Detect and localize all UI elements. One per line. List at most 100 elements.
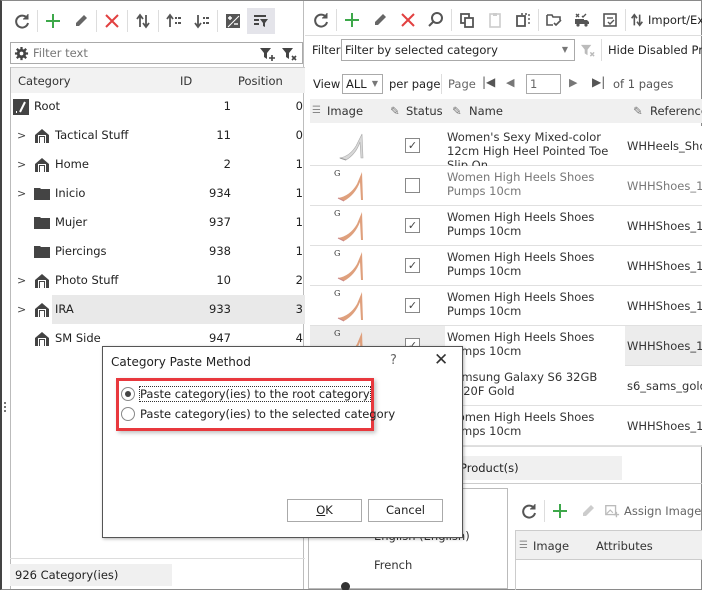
add-button[interactable] [39,8,67,34]
shipping-button[interactable] [568,7,596,33]
delete-button[interactable] [98,8,126,34]
column-header-image[interactable]: Image [533,539,569,553]
language-item[interactable]: French [374,558,412,572]
product-thumbnail [332,128,372,164]
product-name: Samsung Galaxy S6 32GB G920F Gold [447,370,598,398]
paste-button[interactable] [481,7,509,33]
store-icon [34,157,50,172]
product-row[interactable]: G ✓ Women High Heels Shoes Pumps 10cm WHHSh… [310,286,702,326]
last-page-button[interactable]: ▶| [592,75,605,89]
column-chooser-icon[interactable]: ☰ [312,105,321,116]
category-row[interactable]: Mujer 937 1 [10,208,305,237]
root-icon [13,99,29,115]
paste-to-root-option[interactable]: Paste category(ies) to the root category [121,385,371,403]
cancel-button[interactable]: Cancel [368,499,443,522]
page-number-input[interactable]: 1 [526,74,561,94]
help-button[interactable]: ? [390,353,397,368]
chevron-right-icon[interactable]: > [17,187,26,200]
column-header-name[interactable]: Name [469,104,503,118]
product-row[interactable]: G ✓ Women High Heels Shoes Pumps 10cm WHHSh… [310,246,702,286]
category-filter-select[interactable]: Filter by selected category ▼ [341,39,575,61]
category-row[interactable]: > Photo Stuff 10 2 [10,266,305,295]
prev-page-button[interactable]: ◀ [506,76,514,89]
column-header-image[interactable]: Image [327,104,363,118]
toolbar-separator [625,9,626,31]
status-checkbox[interactable]: ✓ [405,218,420,233]
category-grid-header: Category ID Position [10,67,305,93]
svg-text:G: G [334,329,340,338]
checklist-button[interactable] [596,7,624,33]
category-name: Inicio [55,186,86,200]
paste-to-selected-option[interactable]: Paste category(ies) to the selected cate… [121,405,395,423]
select-button[interactable] [509,7,537,33]
assign-category-button[interactable] [540,7,568,33]
delete-product-button[interactable] [394,7,422,33]
copy-button[interactable] [453,7,481,33]
column-chooser-icon[interactable]: ☰ [519,540,528,551]
column-header-category[interactable]: Category [18,74,71,88]
column-header-status[interactable]: Status [406,104,443,118]
category-row[interactable]: Root 1 0 [10,92,305,121]
chevron-right-icon[interactable]: > [17,274,26,287]
status-checkbox[interactable]: ✓ [405,138,420,153]
category-row[interactable]: Piercings 938 1 [10,237,305,266]
column-header-reference[interactable]: Reference [650,104,702,118]
clear-filter-icon[interactable] [580,43,596,58]
store-icon [34,273,50,288]
product-thumbnail: G [332,288,372,324]
edit-product-button[interactable] [366,7,394,33]
chevron-right-icon[interactable]: > [17,129,26,142]
radio-button-checked[interactable] [121,387,135,401]
product-row[interactable]: ✓ Women's Sexy Mixed-color 12cm High Heel… [310,126,702,172]
category-name: Mujer [55,215,88,229]
assign-images-button[interactable]: Assign Images [602,498,702,524]
page-size-select[interactable]: ALL ▼ [342,74,383,94]
toolbar-separator [37,10,38,32]
collapse-all-button[interactable] [188,8,216,34]
product-row[interactable]: G ✓ Women High Heels Shoes Pumps 10cm WHHSh… [310,206,702,246]
add-product-button[interactable] [338,7,366,33]
status-checkbox[interactable]: ✓ [405,258,420,273]
chevron-right-icon[interactable]: > [17,158,26,171]
product-row[interactable]: G Women High Heels Shoes Pumps 10cm WHHSho… [310,166,702,206]
status-checkbox[interactable] [405,178,420,193]
column-header-position[interactable]: Position [238,74,283,88]
radio-button[interactable] [121,407,135,421]
import-export-button[interactable]: Import/Ex [627,7,702,33]
product-reference: WHHShoes_10 [627,259,702,273]
category-row[interactable]: > Inicio 934 1 [10,179,305,208]
refresh-products-button[interactable] [307,7,335,33]
first-page-button[interactable]: |◀ [482,75,495,89]
add-filter-icon[interactable] [259,46,276,62]
hide-disabled-products-toggle[interactable]: Hide Disabled Pro [608,43,702,57]
radio-label: Paste category(ies) to the root category [139,386,371,402]
category-filter-input[interactable]: Filter text [10,42,303,64]
products-count: Product(s) [460,461,519,475]
category-row[interactable]: > IRA 933 3 [10,295,305,324]
column-header-attributes[interactable]: Attributes [596,539,653,553]
search-product-button[interactable] [422,7,450,33]
ok-button[interactable]: OK [287,499,362,522]
refresh-images-button[interactable] [515,498,543,524]
move-button[interactable] [129,8,157,34]
product-reference: WHHShoes_10 [627,219,702,233]
refresh-button[interactable] [8,8,36,34]
chevron-right-icon[interactable]: > [17,303,26,316]
plus-minus-button[interactable] [219,8,247,34]
edit-button[interactable] [67,8,95,34]
filter-list-button[interactable] [247,8,275,34]
category-row[interactable]: > Tactical Stuff 11 0 [10,121,305,150]
gear-icon[interactable] [14,46,29,61]
expand-icon[interactable] [341,582,350,590]
category-row[interactable]: > Home 2 1 [10,150,305,179]
edit-image-button[interactable] [574,498,602,524]
close-button[interactable]: ✕ [434,350,448,370]
status-checkbox[interactable]: ✓ [405,298,420,313]
splitter-grip[interactable] [4,402,6,412]
expand-all-button[interactable] [160,8,188,34]
next-page-button[interactable]: ▶ [569,76,577,89]
collapse-all-icon [194,15,209,29]
add-image-button[interactable] [546,498,574,524]
column-header-id[interactable]: ID [180,74,192,88]
clear-filter-icon[interactable] [281,46,298,62]
